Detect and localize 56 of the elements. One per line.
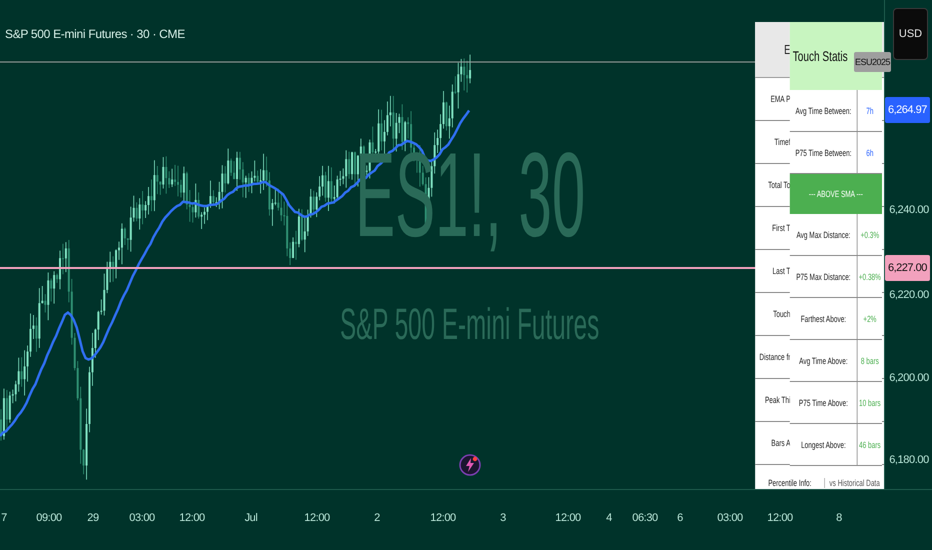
table-cell: P75 Max Distance: [790,256,858,297]
time-label: 12:00 [304,512,330,524]
time-label: 8 [836,512,842,524]
price-marker: 6,264.97 [885,97,930,123]
table-cell-text: 7h [865,104,874,118]
table-cell: Avg Time Above: [790,340,858,381]
time-label: 12:00 [430,512,456,524]
currency-button[interactable]: USD [893,8,928,60]
table-cell-text: +2% [862,312,878,326]
table-cell: Avg Time Between: [790,90,858,131]
price-label: 6,180.00 [889,454,929,466]
table-cell: vs Historical Data [824,478,884,488]
table-cell-text: +0.38% [858,270,882,284]
table-cell: P75 Time Between: [790,132,858,173]
chart-title: S&P 500 E-mini Futures · 30 · CME [5,27,185,41]
table-cell-text: Percentile Info: [767,478,812,488]
table-cell: Longest Above: [790,424,858,465]
table-header: E [783,42,792,57]
price-label: 6,240.00 [889,204,929,216]
table-cell-text: Timef [773,137,792,147]
time-label: 7 [1,512,7,524]
table-cell-text: +0.3% [860,228,880,242]
time-label: 09:00 [36,512,62,524]
section-header: --- ABOVE SMA --- [790,174,882,214]
table-cell-text: 8 bars [860,354,880,368]
table-cell-text: Peak Thi [764,395,792,405]
time-label: 06:30 [632,512,658,524]
table-cell: Avg Max Distance: [790,214,858,255]
table-cell: Farthest Above: [790,298,858,339]
time-label: 6 [677,512,683,524]
table-cell-text: Touch [772,309,792,319]
table-cell-text: Bars A [770,438,792,448]
table-cell-text: Last T [772,266,792,276]
table-cell-text: 10 bars [858,396,882,410]
table-cell-text: 46 bars [858,438,882,452]
table-cell-text: First T [771,223,792,233]
table-cell-text: EMA P [770,94,792,104]
time-label: 29 [87,512,99,524]
time-label: 4 [606,512,612,524]
table-cell-text: Distance fr [758,352,792,362]
time-label: 2 [374,512,380,524]
price-marker: 6,227.00 [885,255,930,281]
lightning-icon[interactable] [459,454,481,476]
time-label: 03:00 [717,512,743,524]
time-label: Jul [244,512,258,524]
time-label: 12:00 [179,512,205,524]
price-label: 6,200.00 [889,372,929,384]
time-label: 12:00 [555,512,581,524]
table-cell-text: Total To [767,180,792,190]
table-cell-text: 6h [865,146,874,160]
price-label: 6,220.00 [889,289,929,301]
table-cell: P75 Time Above: [790,382,858,423]
time-label: 12:00 [767,512,793,524]
time-label: 3 [500,512,506,524]
time-label: 03:00 [129,512,155,524]
price-marker: ESU2025 [854,52,892,72]
